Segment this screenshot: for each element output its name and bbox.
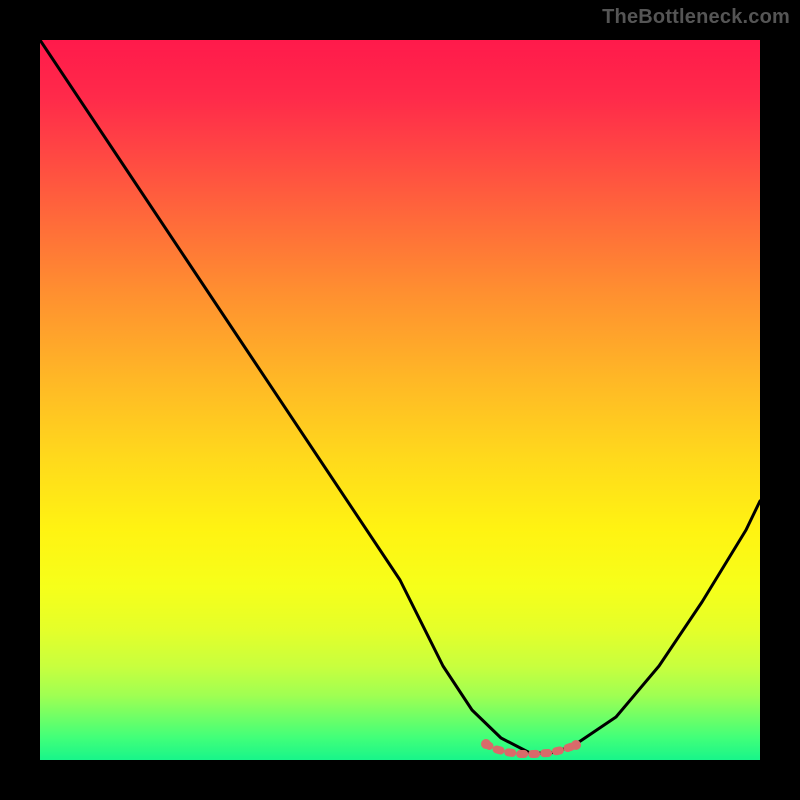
optimal-band-start-dot bbox=[481, 739, 491, 749]
plot-area bbox=[40, 40, 760, 760]
curve-layer bbox=[40, 40, 760, 760]
watermark-text: TheBottleneck.com bbox=[602, 6, 790, 29]
optimal-band-marker bbox=[486, 744, 576, 754]
chart-frame: TheBottleneck.com bbox=[0, 0, 800, 800]
optimal-band-end-dot bbox=[571, 740, 581, 750]
bottleneck-curve bbox=[40, 40, 760, 753]
